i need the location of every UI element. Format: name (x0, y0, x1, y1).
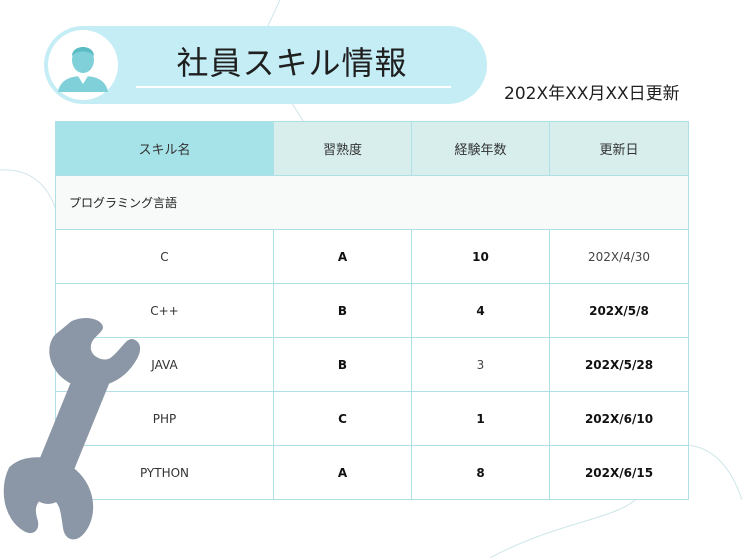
column-header-date: 更新日 (549, 121, 689, 176)
skill-level: B (273, 283, 412, 338)
column-header-years: 経験年数 (411, 121, 550, 176)
column-header-level: 習熟度 (273, 121, 412, 176)
skill-years: 10 (411, 229, 550, 284)
updated-date: 202X年XX月XX日更新 (504, 84, 680, 104)
title-underline (136, 86, 451, 88)
column-header-skill: スキル名 (55, 121, 274, 176)
wrench-icon (3, 318, 140, 540)
person-avatar-icon (58, 47, 108, 92)
skill-date: 202X/5/8 (549, 283, 689, 338)
skill-years: 4 (411, 283, 550, 338)
skill-date: 202X/6/15 (549, 445, 689, 500)
skill-date: 202X/5/28 (549, 337, 689, 392)
skill-date: 202X/6/10 (549, 391, 689, 446)
skill-name: C (55, 229, 274, 284)
skill-years: 1 (411, 391, 550, 446)
skill-level: C (273, 391, 412, 446)
skill-level: A (273, 229, 412, 284)
table-row: C A 10 202X/4/30 (55, 229, 689, 284)
skill-date: 202X/4/30 (549, 229, 689, 284)
page-title: 社員スキル情報 (176, 44, 408, 82)
skill-years: 3 (411, 337, 550, 392)
category-label: プログラミング言語 (55, 175, 689, 230)
avatar (48, 30, 118, 100)
table-header-row: スキル名 習熟度 経験年数 更新日 (55, 121, 689, 176)
skill-years: 8 (411, 445, 550, 500)
skill-level: A (273, 445, 412, 500)
category-row: プログラミング言語 (55, 175, 689, 230)
skill-level: B (273, 337, 412, 392)
